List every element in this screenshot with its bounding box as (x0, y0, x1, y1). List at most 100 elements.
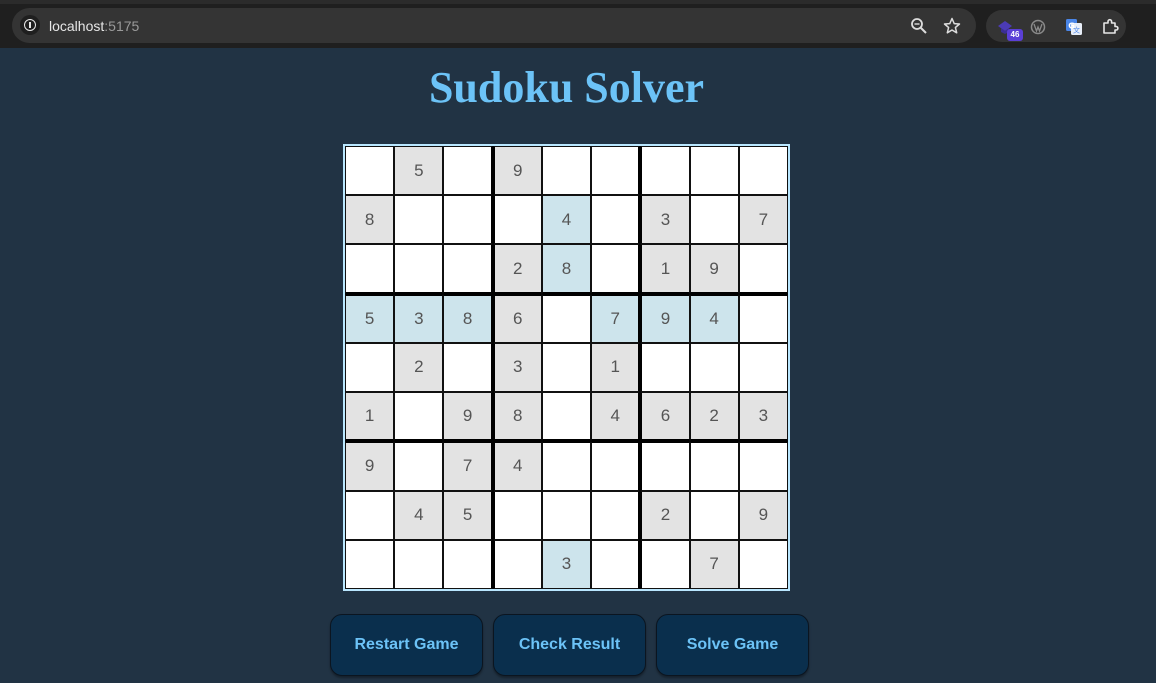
sudoku-cell[interactable] (640, 342, 690, 393)
sudoku-cell[interactable]: 4 (492, 441, 542, 491)
sudoku-cell[interactable]: 3 (492, 342, 542, 393)
sudoku-cell[interactable]: 5 (443, 490, 493, 540)
restart-game-button[interactable]: Restart Game (330, 614, 483, 676)
sudoku-cell[interactable] (689, 490, 739, 540)
sudoku-cell[interactable]: 2 (394, 342, 444, 393)
url-text[interactable]: localhost:5175 (49, 18, 139, 34)
sudoku-cell[interactable] (591, 146, 641, 196)
sudoku-cell[interactable]: 8 (492, 392, 542, 442)
sudoku-cell[interactable] (394, 195, 444, 245)
sudoku-cell[interactable] (541, 342, 592, 393)
sudoku-cell[interactable] (591, 195, 641, 245)
sudoku-cell[interactable]: 2 (640, 490, 690, 540)
sudoku-cell[interactable]: 7 (591, 293, 641, 343)
sudoku-cell[interactable] (738, 342, 788, 393)
sudoku-cell[interactable]: 3 (394, 293, 444, 343)
sudoku-cell[interactable] (492, 195, 542, 245)
sudoku-cell[interactable]: 6 (492, 293, 542, 343)
sudoku-cell[interactable] (443, 342, 493, 393)
sudoku-cell[interactable] (640, 441, 690, 491)
sudoku-cell[interactable] (689, 146, 739, 196)
sudoku-cell[interactable]: 4 (394, 490, 444, 540)
sudoku-cell[interactable] (541, 441, 592, 491)
sudoku-cell[interactable]: 5 (345, 293, 395, 343)
sudoku-cell[interactable] (738, 293, 788, 343)
sudoku-cell[interactable]: 9 (443, 392, 493, 442)
translate-icon[interactable]: G 文 (1064, 17, 1084, 37)
extension-badge-count: 46 (1007, 29, 1023, 41)
sudoku-cell[interactable]: 2 (492, 244, 542, 294)
sudoku-cell[interactable]: 4 (689, 293, 739, 343)
sudoku-cell[interactable]: 8 (345, 195, 395, 245)
sudoku-cell[interactable] (640, 539, 690, 589)
sudoku-cell[interactable]: 4 (591, 392, 641, 442)
url-host: localhost (49, 18, 105, 34)
sudoku-cell[interactable] (394, 244, 444, 294)
sudoku-cell[interactable]: 8 (541, 244, 592, 294)
sudoku-cell[interactable] (541, 490, 592, 540)
sudoku-cell[interactable] (492, 539, 542, 589)
sudoku-cell[interactable]: 9 (492, 146, 542, 196)
extensions-area: 46 G 文 (986, 10, 1126, 42)
address-bar[interactable]: localhost:5175 (12, 8, 976, 43)
sudoku-cell[interactable] (689, 441, 739, 491)
sudoku-cell[interactable] (394, 392, 444, 442)
sudoku-board: 598437281953867942311984623974452937 (343, 144, 790, 591)
sudoku-cell[interactable]: 8 (443, 293, 493, 343)
sudoku-cell[interactable] (394, 539, 444, 589)
puzzle-icon[interactable] (1100, 17, 1120, 37)
sudoku-cell[interactable]: 3 (738, 392, 788, 442)
sudoku-cell[interactable] (345, 539, 395, 589)
sudoku-cell[interactable]: 5 (394, 146, 444, 196)
check-result-button[interactable]: Check Result (493, 614, 646, 676)
sudoku-cell[interactable]: 6 (640, 392, 690, 442)
sudoku-cell[interactable]: 1 (591, 342, 641, 393)
sudoku-cell[interactable] (345, 244, 395, 294)
sudoku-cell[interactable] (689, 195, 739, 245)
sudoku-cell[interactable] (591, 441, 641, 491)
wordpress-icon[interactable] (1028, 17, 1048, 37)
page-title: Sudoku Solver (428, 63, 705, 112)
sudoku-cell[interactable]: 7 (738, 195, 788, 245)
zoom-icon[interactable] (910, 17, 928, 35)
svg-text:文: 文 (1073, 26, 1080, 35)
extension-badge-icon[interactable]: 46 (995, 17, 1023, 41)
sudoku-cell[interactable] (738, 244, 788, 294)
sudoku-cell[interactable]: 1 (345, 392, 395, 442)
sudoku-cell[interactable] (394, 441, 444, 491)
sudoku-cell[interactable]: 2 (689, 392, 739, 442)
sudoku-cell[interactable] (591, 490, 641, 540)
sudoku-cell[interactable] (345, 342, 395, 393)
sudoku-cell[interactable] (640, 146, 690, 196)
sudoku-cell[interactable] (443, 146, 493, 196)
sudoku-cell[interactable]: 9 (640, 293, 690, 343)
sudoku-cell[interactable]: 7 (689, 539, 739, 589)
info-icon[interactable] (20, 15, 40, 35)
sudoku-cell[interactable]: 1 (640, 244, 690, 294)
sudoku-cell[interactable] (591, 244, 641, 294)
solve-game-button[interactable]: Solve Game (656, 614, 809, 676)
sudoku-cell[interactable]: 7 (443, 441, 493, 491)
sudoku-cell[interactable]: 4 (541, 195, 592, 245)
sudoku-cell[interactable] (345, 490, 395, 540)
sudoku-cell[interactable] (738, 539, 788, 589)
sudoku-cell[interactable] (443, 244, 493, 294)
sudoku-cell[interactable]: 3 (640, 195, 690, 245)
sudoku-cell[interactable] (492, 490, 542, 540)
sudoku-cell[interactable] (689, 342, 739, 393)
sudoku-cell[interactable] (591, 539, 641, 589)
sudoku-cell[interactable]: 9 (689, 244, 739, 294)
sudoku-cell[interactable] (738, 146, 788, 196)
sudoku-cell[interactable]: 3 (541, 539, 592, 589)
sudoku-cell[interactable] (738, 441, 788, 491)
sudoku-cell[interactable] (345, 146, 395, 196)
sudoku-cell[interactable] (443, 539, 493, 589)
sudoku-cell[interactable] (541, 392, 592, 442)
sudoku-cell[interactable] (443, 195, 493, 245)
star-icon[interactable] (943, 17, 961, 35)
sudoku-cell[interactable] (541, 293, 592, 343)
sudoku-cell[interactable]: 9 (738, 490, 788, 540)
url-port: :5175 (104, 18, 140, 34)
sudoku-cell[interactable] (541, 146, 592, 196)
sudoku-cell[interactable]: 9 (345, 441, 395, 491)
